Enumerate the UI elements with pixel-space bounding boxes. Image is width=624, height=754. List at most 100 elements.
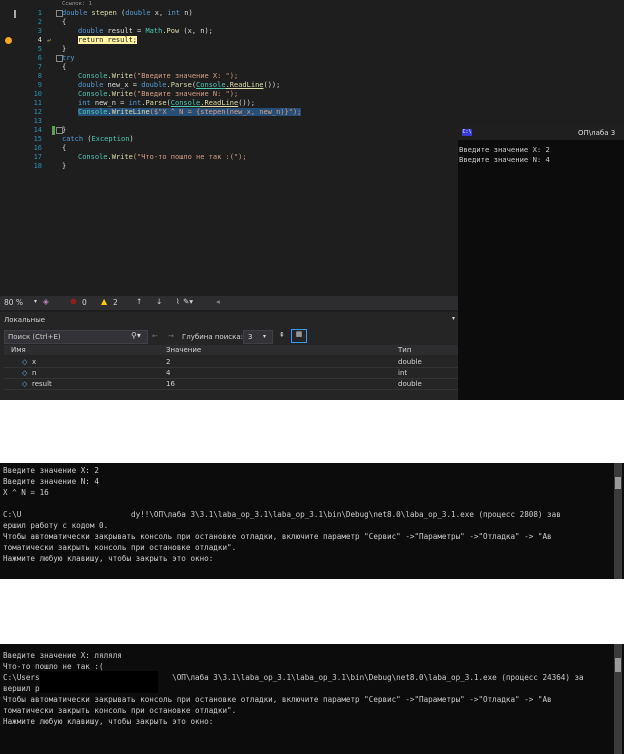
line-number: 16 — [33, 144, 42, 152]
line-number: 14 — [33, 126, 42, 134]
code-line: catch (Exception) — [62, 135, 134, 143]
table-row[interactable]: ◇ n 4 int — [4, 368, 458, 379]
cleanup-icon[interactable]: ✎▾ — [183, 297, 193, 306]
console-line: Чтобы автоматически закрывать консоль пр… — [3, 532, 552, 541]
line-number: 1 — [37, 9, 42, 17]
console-line: Введите значение X: 2 — [459, 145, 550, 154]
console-window-success: Введите значение X: 2 Введите значение N… — [0, 463, 624, 579]
line-number: 9 — [37, 81, 42, 89]
column-type[interactable]: Тип — [398, 346, 411, 354]
variable-type: double — [398, 358, 422, 366]
code-line: Console.Write("Введите значение X: "); — [78, 72, 239, 80]
console-line: томатически закрыть консоль при остановк… — [3, 543, 237, 552]
forward-arrow-icon[interactable]: → — [168, 332, 174, 340]
console-titlebar[interactable]: C:\ ОП\лаба 3 — [458, 126, 624, 140]
code-line: Console.Write("Что-то пошло не так :("); — [78, 153, 247, 161]
scrollbar-thumb[interactable] — [615, 477, 621, 489]
field-icon: ◇ — [22, 369, 28, 377]
intellicode-icon[interactable]: ◈ — [43, 297, 49, 306]
code-line: double new_x = double.Parse(Console.Read… — [78, 81, 281, 89]
search-icon[interactable]: ⚲▾ — [131, 331, 141, 340]
back-arrow-icon[interactable]: ← — [152, 332, 158, 340]
console-title: ОП\лаба 3 — [578, 129, 616, 137]
variable-name: x — [32, 358, 37, 366]
table-row[interactable]: ◇ result 16 double — [4, 379, 458, 390]
line-number: 18 — [33, 162, 42, 170]
line-number: 2 — [37, 18, 42, 26]
variable-type: int — [398, 369, 408, 377]
column-name[interactable]: Имя — [11, 346, 26, 354]
visual-studio-window: ⤶ Ссылок: 1 1 2 3 4 5 6 7 8 9 10 11 12 1… — [0, 0, 624, 400]
depth-value: 3 — [248, 333, 253, 341]
console-line: Что-то пошло не так :( — [3, 662, 104, 671]
console-line: ершил работу с кодом 0. — [3, 521, 109, 530]
column-value[interactable]: Значение — [166, 346, 201, 354]
console-line: Нажмите любую клавишу, чтобы закрыть это… — [3, 554, 214, 563]
variable-value[interactable]: 16 — [166, 380, 175, 388]
scrollbar[interactable] — [614, 463, 622, 579]
code-line: Console.WriteLine($"X ^ N = {stepen(new_… — [78, 108, 302, 116]
error-icon[interactable]: ⊗ — [70, 297, 77, 306]
line-number: 7 — [37, 63, 42, 71]
locals-header: Имя Значение Тип — [4, 345, 458, 355]
hex-display-icon[interactable]: ▦ — [291, 329, 307, 343]
redaction-box — [40, 671, 158, 693]
breakpoint-arrow-icon[interactable] — [5, 37, 12, 44]
variable-name: result — [32, 380, 52, 388]
zoom-dropdown-icon[interactable]: ▾ — [34, 298, 37, 305]
warning-count: 2 — [113, 298, 118, 307]
console-app-icon: C:\ — [462, 129, 472, 136]
field-icon: ◇ — [22, 358, 28, 366]
field-icon: ◇ — [22, 380, 28, 388]
code-line: int new_n = int.Parse(Console.ReadLine()… — [78, 99, 256, 107]
code-line: } — [62, 162, 67, 170]
code-line: try — [62, 54, 75, 62]
console-line: Введите значение N: 4 — [3, 477, 100, 486]
locals-search-box[interactable]: Поиск (Ctrl+E) ⚲▾ — [4, 330, 148, 344]
variable-value[interactable]: 4 — [166, 369, 170, 377]
code-line: } — [62, 126, 67, 134]
line-number: 6 — [37, 54, 42, 62]
depth-label: Глубина поиска: — [182, 333, 243, 341]
locals-menu-icon[interactable]: ▾ — [452, 315, 455, 322]
code-line: { — [62, 63, 67, 71]
variable-name: n — [32, 369, 37, 377]
scrollbar-thumb[interactable] — [615, 658, 621, 672]
codelens-references[interactable]: Ссылок: 1 — [62, 1, 92, 7]
line-number: 3 — [37, 27, 42, 35]
line-number: 8 — [37, 72, 42, 80]
console-line: Введите значение X: 2 — [3, 466, 100, 475]
console-line: X ^ N = 16 — [3, 488, 49, 497]
console-line: Чтобы автоматически закрывать консоль пр… — [3, 695, 552, 704]
chevron-down-icon: ▾ — [263, 333, 267, 340]
console-line: Введите значение N: 4 — [459, 155, 550, 164]
zoom-level[interactable]: 80 % — [4, 298, 23, 307]
console-line: Введите значение X: ляляля — [3, 651, 122, 660]
line-number: 13 — [33, 117, 42, 125]
code-line: double stepen (double x, int n) — [62, 9, 193, 17]
up-arrow-icon[interactable]: ↑ — [136, 297, 142, 306]
locals-title: Локальные — [4, 316, 46, 324]
table-row[interactable]: ◇ x 2 double — [4, 357, 458, 368]
text-cursor-icon — [14, 10, 16, 18]
line-number: 5 — [37, 45, 42, 53]
code-line: { — [62, 18, 67, 26]
warning-icon[interactable]: ▲ — [101, 297, 107, 306]
console-window-error: Введите значение X: ляляля Что-то пошло … — [0, 644, 624, 754]
line-number: 11 — [33, 99, 42, 107]
variable-value[interactable]: 2 — [166, 358, 170, 366]
pin-icon[interactable]: ⇞ — [279, 331, 285, 339]
brush-icon[interactable]: ⌇ — [176, 297, 180, 306]
down-arrow-icon[interactable]: ↓ — [156, 297, 162, 306]
scrollbar[interactable] — [614, 644, 622, 754]
depth-select[interactable]: 3 ▾ — [243, 330, 273, 344]
scroll-left-icon[interactable]: ◂ — [216, 297, 220, 306]
console-line: томатически закрыть консоль при остановк… — [3, 706, 237, 715]
code-line: { — [62, 144, 67, 152]
console-line: Нажмите любую клавишу, чтобы закрыть это… — [3, 717, 214, 726]
search-input[interactable]: Поиск (Ctrl+E) — [8, 333, 61, 341]
debug-console-window: C:\ ОП\лаба 3 Введите значение X: 2 Введ… — [458, 126, 624, 400]
code-line: } — [62, 45, 67, 53]
editor-status-bar: 80 % ▾ ◈ ⊗ 0 ▲ 2 ↑ ↓ ⌇ ✎▾ ◂ — [0, 296, 458, 310]
error-count: 0 — [82, 298, 87, 307]
